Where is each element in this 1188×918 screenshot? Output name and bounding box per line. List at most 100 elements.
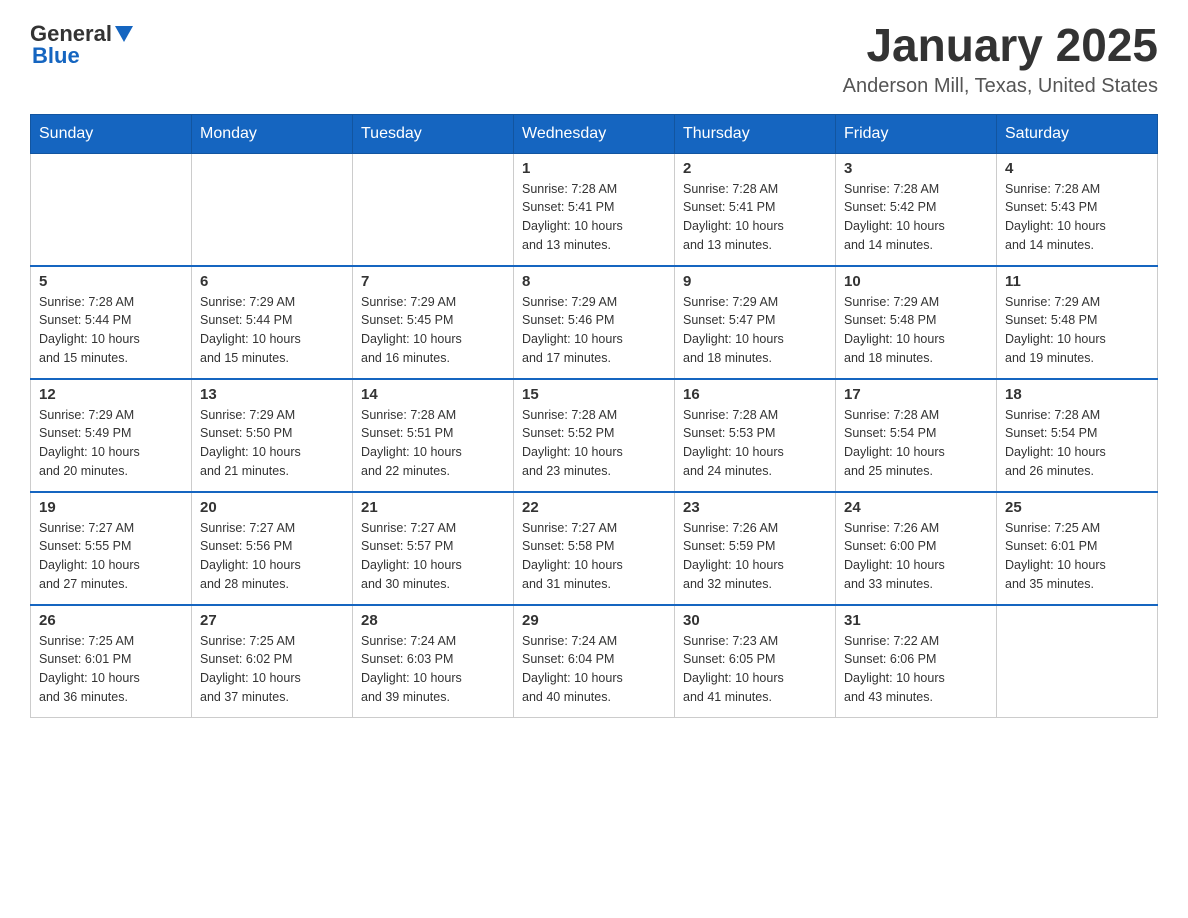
day-info: Sunrise: 7:28 AM Sunset: 5:54 PM Dayligh…	[1005, 406, 1149, 481]
calendar-cell	[353, 153, 514, 266]
day-number: 18	[1005, 386, 1149, 403]
day-info: Sunrise: 7:28 AM Sunset: 5:54 PM Dayligh…	[844, 406, 988, 481]
day-info: Sunrise: 7:23 AM Sunset: 6:05 PM Dayligh…	[683, 632, 827, 707]
calendar-cell: 28Sunrise: 7:24 AM Sunset: 6:03 PM Dayli…	[353, 605, 514, 718]
day-number: 24	[844, 499, 988, 516]
day-info: Sunrise: 7:29 AM Sunset: 5:48 PM Dayligh…	[844, 293, 988, 368]
calendar-week-row: 12Sunrise: 7:29 AM Sunset: 5:49 PM Dayli…	[31, 379, 1158, 492]
calendar-cell: 3 Sunrise: 7:28 AM Sunset: 5:42 PM Daylig…	[836, 153, 997, 266]
day-number: 14	[361, 386, 505, 403]
calendar-day-header: Wednesday	[514, 114, 675, 153]
day-info: Sunrise: 7:25 AM Sunset: 6:01 PM Dayligh…	[39, 632, 183, 707]
day-number: 7	[361, 273, 505, 290]
day-number: 2	[683, 160, 827, 177]
day-number: 12	[39, 386, 183, 403]
day-number: 25	[1005, 499, 1149, 516]
logo-triangle-icon	[115, 26, 133, 42]
calendar-title: January 2025	[843, 20, 1158, 71]
day-number: 20	[200, 499, 344, 516]
calendar-cell: 7 Sunrise: 7:29 AM Sunset: 5:45 PM Daylig…	[353, 266, 514, 379]
calendar-week-row: 5Sunrise: 7:28 AM Sunset: 5:44 PM Daylig…	[31, 266, 1158, 379]
day-info: Sunrise: 7:29 AM Sunset: 5:48 PM Dayligh…	[1005, 293, 1149, 368]
day-info: Sunrise: 7:27 AM Sunset: 5:57 PM Dayligh…	[361, 519, 505, 594]
day-info: Sunrise: 7:24 AM Sunset: 6:04 PM Dayligh…	[522, 632, 666, 707]
calendar-day-header: Monday	[192, 114, 353, 153]
logo-blue: Blue	[32, 43, 80, 69]
day-info: Sunrise: 7:28 AM Sunset: 5:43 PM Dayligh…	[1005, 180, 1149, 255]
calendar-day-header: Thursday	[675, 114, 836, 153]
page-header: General Blue January 2025 Anderson Mill,…	[30, 20, 1158, 98]
calendar-cell: 9 Sunrise: 7:29 AM Sunset: 5:47 PM Daylig…	[675, 266, 836, 379]
calendar-cell: 13 Sunrise: 7:29 AM Sunset: 5:50 PM Dayli…	[192, 379, 353, 492]
day-info: Sunrise: 7:26 AM Sunset: 6:00 PM Dayligh…	[844, 519, 988, 594]
calendar-day-header: Tuesday	[353, 114, 514, 153]
day-info: Sunrise: 7:28 AM Sunset: 5:41 PM Dayligh…	[522, 180, 666, 255]
day-info: Sunrise: 7:27 AM Sunset: 5:56 PM Dayligh…	[200, 519, 344, 594]
calendar-cell: 25 Sunrise: 7:25 AM Sunset: 6:01 PM Dayli…	[997, 492, 1158, 605]
calendar-cell: 24 Sunrise: 7:26 AM Sunset: 6:00 PM Dayli…	[836, 492, 997, 605]
day-number: 6	[200, 273, 344, 290]
calendar-cell: 27 Sunrise: 7:25 AM Sunset: 6:02 PM Dayli…	[192, 605, 353, 718]
day-number: 21	[361, 499, 505, 516]
calendar-cell: 6Sunrise: 7:29 AM Sunset: 5:44 PM Daylig…	[192, 266, 353, 379]
day-number: 27	[200, 612, 344, 629]
day-info: Sunrise: 7:29 AM Sunset: 5:47 PM Dayligh…	[683, 293, 827, 368]
day-info: Sunrise: 7:27 AM Sunset: 5:58 PM Dayligh…	[522, 519, 666, 594]
day-number: 1	[522, 160, 666, 177]
day-info: Sunrise: 7:25 AM Sunset: 6:02 PM Dayligh…	[200, 632, 344, 707]
day-number: 30	[683, 612, 827, 629]
calendar-cell: 10 Sunrise: 7:29 AM Sunset: 5:48 PM Dayli…	[836, 266, 997, 379]
calendar-week-row: 26 Sunrise: 7:25 AM Sunset: 6:01 PM Dayli…	[31, 605, 1158, 718]
day-number: 15	[522, 386, 666, 403]
calendar-cell: 2Sunrise: 7:28 AM Sunset: 5:41 PM Daylig…	[675, 153, 836, 266]
calendar-cell: 19 Sunrise: 7:27 AM Sunset: 5:55 PM Dayli…	[31, 492, 192, 605]
day-number: 19	[39, 499, 183, 516]
day-number: 9	[683, 273, 827, 290]
day-number: 28	[361, 612, 505, 629]
day-number: 31	[844, 612, 988, 629]
calendar-cell: 30 Sunrise: 7:23 AM Sunset: 6:05 PM Dayli…	[675, 605, 836, 718]
day-number: 4	[1005, 160, 1149, 177]
calendar-cell: 31Sunrise: 7:22 AM Sunset: 6:06 PM Dayli…	[836, 605, 997, 718]
calendar-cell: 20 Sunrise: 7:27 AM Sunset: 5:56 PM Dayli…	[192, 492, 353, 605]
day-info: Sunrise: 7:28 AM Sunset: 5:42 PM Dayligh…	[844, 180, 988, 255]
calendar-cell: 23Sunrise: 7:26 AM Sunset: 5:59 PM Dayli…	[675, 492, 836, 605]
calendar-cell: 14Sunrise: 7:28 AM Sunset: 5:51 PM Dayli…	[353, 379, 514, 492]
calendar-cell: 8 Sunrise: 7:29 AM Sunset: 5:46 PM Daylig…	[514, 266, 675, 379]
day-info: Sunrise: 7:28 AM Sunset: 5:53 PM Dayligh…	[683, 406, 827, 481]
day-number: 3	[844, 160, 988, 177]
calendar-cell: 11 Sunrise: 7:29 AM Sunset: 5:48 PM Dayli…	[997, 266, 1158, 379]
calendar-table: SundayMondayTuesdayWednesdayThursdayFrid…	[30, 114, 1158, 718]
day-number: 11	[1005, 273, 1149, 290]
calendar-cell	[192, 153, 353, 266]
calendar-cell	[997, 605, 1158, 718]
day-number: 8	[522, 273, 666, 290]
calendar-day-header: Sunday	[31, 114, 192, 153]
calendar-cell: 1 Sunrise: 7:28 AM Sunset: 5:41 PM Daylig…	[514, 153, 675, 266]
title-section: January 2025 Anderson Mill, Texas, Unite…	[843, 20, 1158, 98]
calendar-cell: 16Sunrise: 7:28 AM Sunset: 5:53 PM Dayli…	[675, 379, 836, 492]
calendar-cell: 4 Sunrise: 7:28 AM Sunset: 5:43 PM Daylig…	[997, 153, 1158, 266]
calendar-day-header: Friday	[836, 114, 997, 153]
calendar-cell: 5Sunrise: 7:28 AM Sunset: 5:44 PM Daylig…	[31, 266, 192, 379]
day-info: Sunrise: 7:27 AM Sunset: 5:55 PM Dayligh…	[39, 519, 183, 594]
day-number: 10	[844, 273, 988, 290]
day-number: 13	[200, 386, 344, 403]
day-info: Sunrise: 7:29 AM Sunset: 5:46 PM Dayligh…	[522, 293, 666, 368]
day-number: 22	[522, 499, 666, 516]
calendar-week-row: 1 Sunrise: 7:28 AM Sunset: 5:41 PM Daylig…	[31, 153, 1158, 266]
calendar-cell: 12Sunrise: 7:29 AM Sunset: 5:49 PM Dayli…	[31, 379, 192, 492]
day-info: Sunrise: 7:26 AM Sunset: 5:59 PM Dayligh…	[683, 519, 827, 594]
day-info: Sunrise: 7:28 AM Sunset: 5:44 PM Dayligh…	[39, 293, 183, 368]
day-number: 26	[39, 612, 183, 629]
logo: General Blue	[30, 20, 133, 69]
day-info: Sunrise: 7:28 AM Sunset: 5:52 PM Dayligh…	[522, 406, 666, 481]
calendar-cell: 15 Sunrise: 7:28 AM Sunset: 5:52 PM Dayli…	[514, 379, 675, 492]
calendar-week-row: 19 Sunrise: 7:27 AM Sunset: 5:55 PM Dayli…	[31, 492, 1158, 605]
day-info: Sunrise: 7:29 AM Sunset: 5:50 PM Dayligh…	[200, 406, 344, 481]
calendar-cell: 17Sunrise: 7:28 AM Sunset: 5:54 PM Dayli…	[836, 379, 997, 492]
day-info: Sunrise: 7:25 AM Sunset: 6:01 PM Dayligh…	[1005, 519, 1149, 594]
calendar-cell: 26 Sunrise: 7:25 AM Sunset: 6:01 PM Dayli…	[31, 605, 192, 718]
calendar-day-header: Saturday	[997, 114, 1158, 153]
day-info: Sunrise: 7:29 AM Sunset: 5:45 PM Dayligh…	[361, 293, 505, 368]
